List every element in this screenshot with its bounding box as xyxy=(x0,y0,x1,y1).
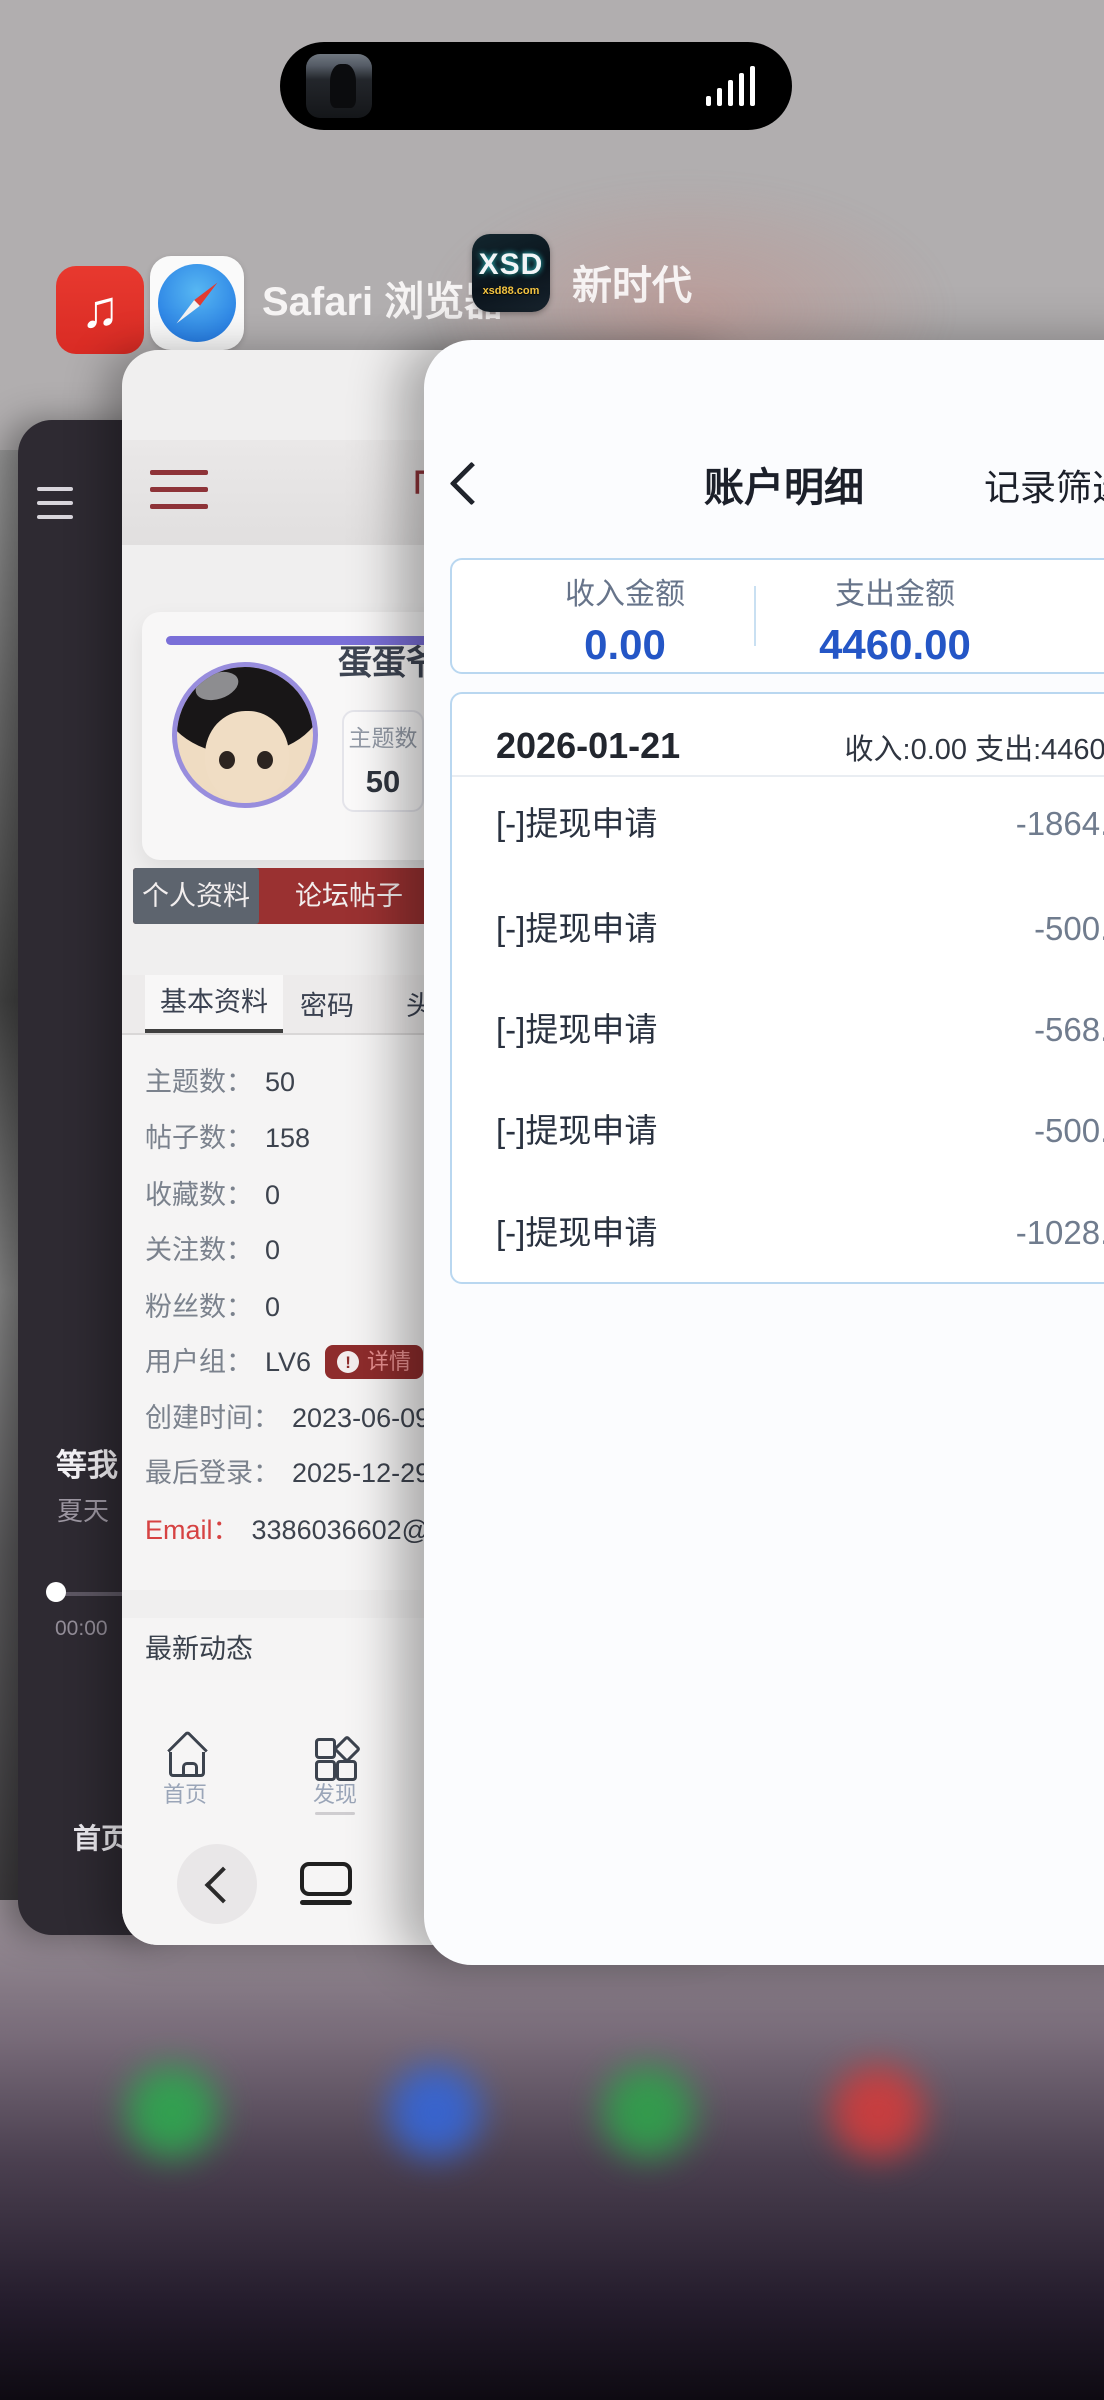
nav-discover-label[interactable]: 发现 xyxy=(313,1784,357,1806)
song-title: 等我 xyxy=(56,1450,118,1481)
now-playing-artwork xyxy=(306,54,372,118)
transaction-row-amount: -568.00 xyxy=(1034,1013,1104,1046)
transaction-row-label[interactable]: [-]提现申请 xyxy=(496,1114,657,1147)
app-switcher-screen: { "colors": {"accent_blue": "#2456c6", "… xyxy=(0,0,1104,2400)
stat-value: 50 xyxy=(344,766,422,797)
detail-row-favorites: 收藏数：0 xyxy=(145,1182,280,1209)
detail-row-posts: 帖子数：158 xyxy=(145,1125,310,1152)
nav-indicator xyxy=(315,1812,355,1815)
detail-row-topics: 主题数：50 xyxy=(145,1069,295,1096)
dock-icon-blur-blue xyxy=(389,2066,481,2158)
divider xyxy=(452,775,1104,777)
home-icon-door xyxy=(182,1762,198,1777)
tab-personal-info[interactable]: 个人资料 xyxy=(133,868,259,924)
safari-app-label: Safari 浏览器 xyxy=(262,282,504,322)
progress-handle[interactable] xyxy=(46,1582,66,1602)
transaction-row-amount: -500.00 xyxy=(1034,912,1104,945)
detail-row-fans: 粉丝数：0 xyxy=(145,1294,280,1321)
dock-icon-blur-red xyxy=(832,2066,924,2158)
back-chevron-icon[interactable] xyxy=(450,462,494,506)
income-column: 收入金额 0.00 xyxy=(475,560,775,666)
record-filter-button[interactable]: 记录筛选 xyxy=(984,470,1104,506)
xsd-app-label: 新时代 xyxy=(572,266,692,306)
xsd-logo-text: XSD xyxy=(479,250,544,280)
account-details-card[interactable]: 账户明细 记录筛选 收入金额 0.00 支出金额 4460.00 2026-01… xyxy=(424,340,1104,1965)
transaction-row-label[interactable]: [-]提现申请 xyxy=(496,1013,657,1046)
transaction-row-amount: -1028.00 xyxy=(1016,1216,1104,1249)
dock-icon-blur-green xyxy=(126,2066,218,2158)
xsd-logo-url: xsd88.com xyxy=(483,286,540,297)
date-group-totals: 收入:0.00 支出:4460.00 xyxy=(845,736,1104,765)
dock-icon-blur-green2 xyxy=(602,2066,694,2158)
transaction-row-label[interactable]: [-]提现申请 xyxy=(496,1216,657,1249)
page-title: 账户明细 xyxy=(674,468,894,508)
nav-home-label[interactable]: 首页 xyxy=(163,1784,207,1806)
reader-tabs-icon[interactable] xyxy=(300,1862,352,1896)
avatar[interactable] xyxy=(172,662,318,808)
income-value: 0.00 xyxy=(475,624,775,666)
subtab-basic-info[interactable]: 基本资料 xyxy=(145,975,283,1033)
subtab-password[interactable]: 密码 xyxy=(300,993,354,1020)
detail-row-lastlogin: 最后登录：2025-12-29 xyxy=(145,1460,430,1487)
transaction-row-amount: -500.00 xyxy=(1034,1114,1104,1147)
music-nav-home[interactable]: 首页 xyxy=(73,1825,129,1853)
detail-row-usergroup: 用户组：LV6 ! 详情 xyxy=(145,1345,423,1379)
detail-row-following: 关注数：0 xyxy=(145,1237,280,1264)
transaction-row-amount: -1864.00 xyxy=(1016,807,1104,840)
music-note-icon: ♫ xyxy=(81,284,120,336)
expense-column: 支出金额 4460.00 xyxy=(745,560,1045,666)
background-card-sliver[interactable] xyxy=(0,450,20,1900)
topic-count-box: 主题数 50 xyxy=(342,710,424,812)
summary-panel: 收入金额 0.00 支出金额 4460.00 xyxy=(450,558,1104,674)
compass-icon xyxy=(158,264,236,342)
dynamic-island[interactable] xyxy=(280,42,792,130)
playback-time: 00:00 xyxy=(55,1618,108,1639)
xsd-app-icon[interactable]: XSD xsd88.com xyxy=(472,234,550,312)
stat-label: 主题数 xyxy=(344,727,422,750)
safari-app-icon[interactable] xyxy=(150,256,244,350)
transaction-row-label[interactable]: [-]提现申请 xyxy=(496,912,657,945)
date-group-label: 2026-01-21 xyxy=(496,728,680,764)
transaction-row-label[interactable]: [-]提现申请 xyxy=(496,807,657,840)
audio-waveform-icon xyxy=(706,66,762,106)
exclamation-icon: ! xyxy=(337,1351,359,1373)
tab-forum-posts[interactable]: 论坛帖子 xyxy=(295,868,403,924)
transactions-panel: 2026-01-21 收入:0.00 支出:4460.00 [-]提现申请 -1… xyxy=(450,692,1104,1284)
reader-tabs-icon-bar xyxy=(300,1900,352,1905)
expense-value: 4460.00 xyxy=(745,624,1045,666)
usergroup-detail-badge[interactable]: ! 详情 xyxy=(325,1345,423,1379)
section-title: 最新动态 xyxy=(145,1636,253,1663)
song-artist: 夏天 xyxy=(57,1498,109,1524)
netease-music-app-icon[interactable]: ♫ xyxy=(56,266,144,354)
detail-row-created: 创建时间：2023-06-09 xyxy=(145,1405,430,1432)
